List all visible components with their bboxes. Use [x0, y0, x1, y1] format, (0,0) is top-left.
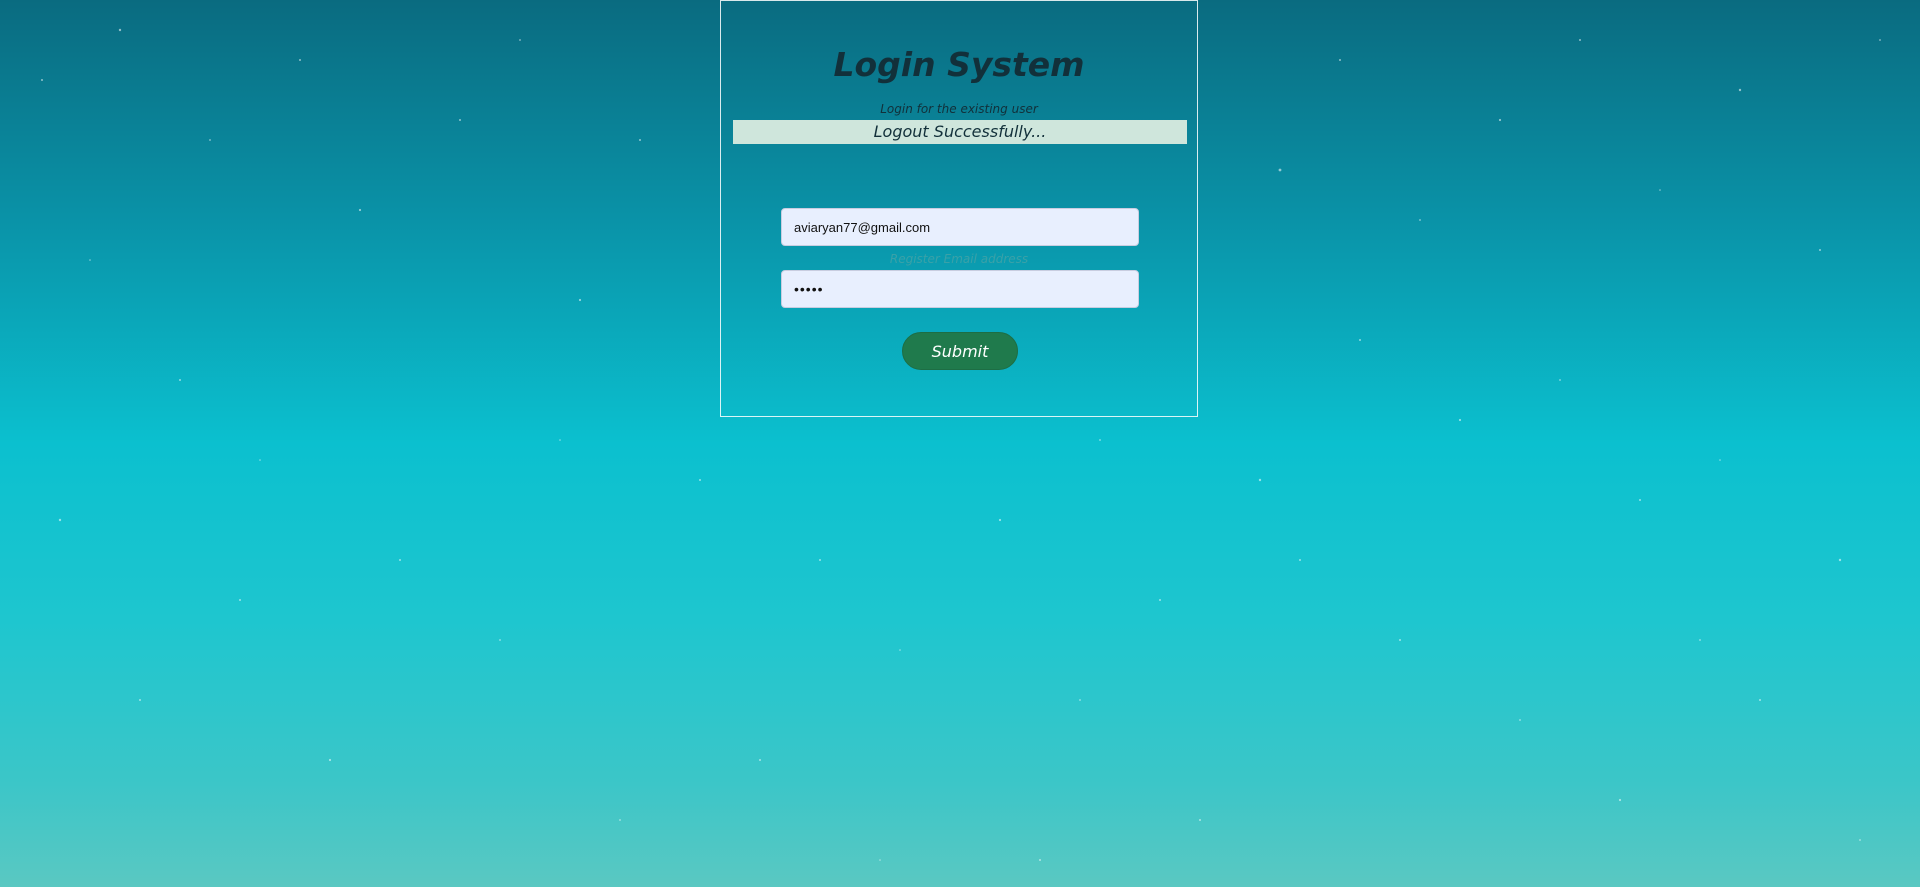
page-title: Login System: [833, 45, 1085, 84]
logout-alert: Logout Successfully...: [733, 120, 1187, 144]
email-hint: Register Email address: [889, 252, 1029, 266]
login-panel: Login System Login for the existing user…: [720, 0, 1198, 417]
page-subtitle: Login for the existing user: [880, 102, 1038, 116]
submit-button[interactable]: Submit: [902, 332, 1018, 370]
password-field[interactable]: [781, 270, 1139, 308]
email-field[interactable]: [781, 208, 1139, 246]
